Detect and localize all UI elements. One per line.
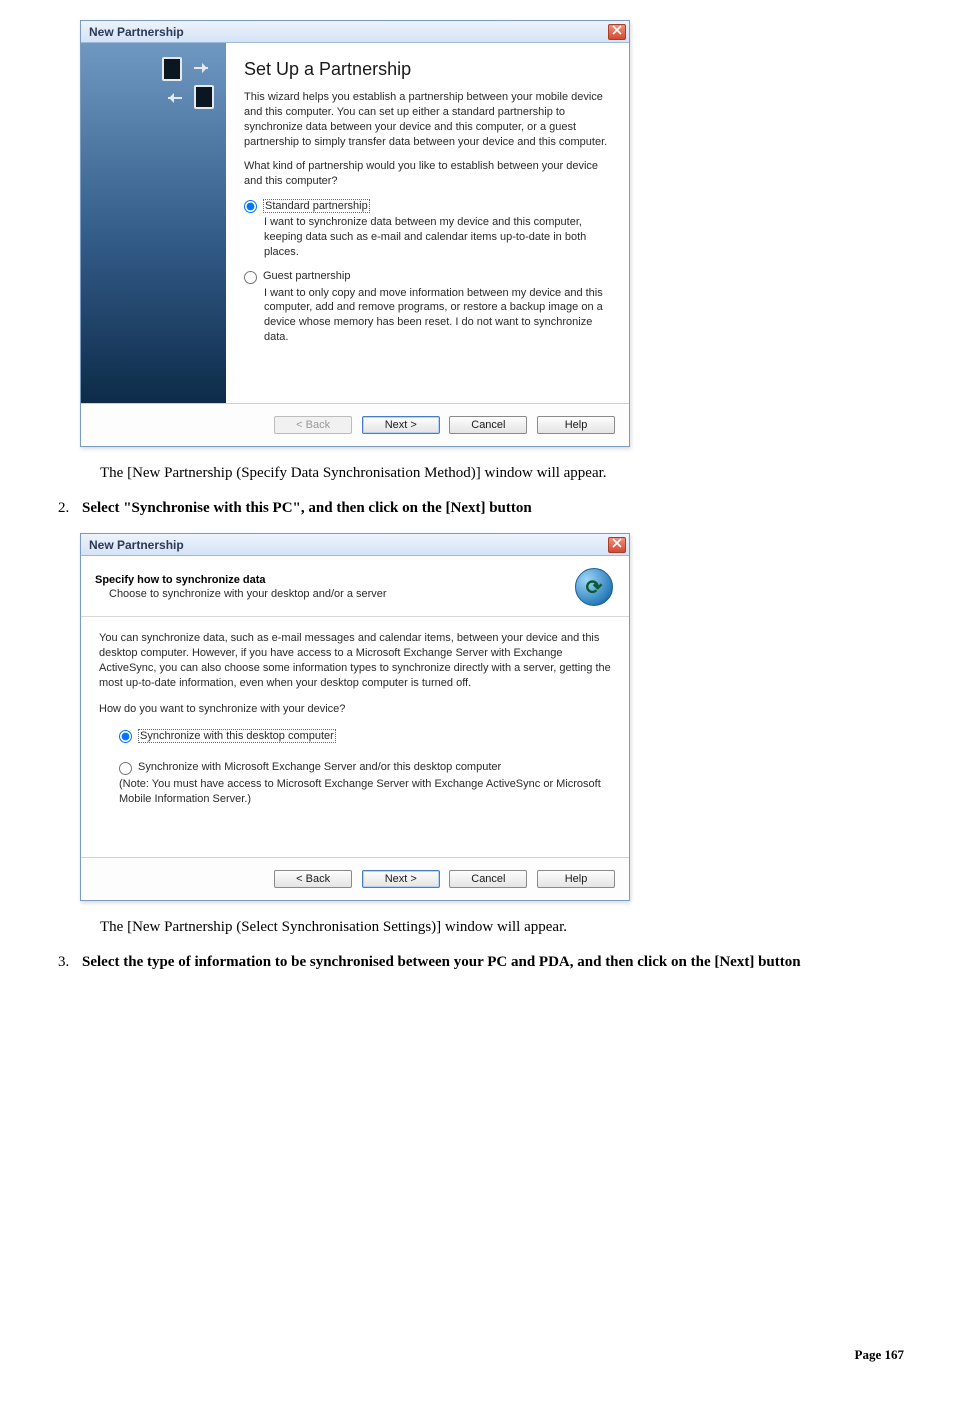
step-text: Select "Synchronise with this PC", and t… xyxy=(82,500,532,516)
page-footer: Page 167 xyxy=(40,987,914,1383)
page-number: Page 167 xyxy=(855,1347,904,1362)
help-button[interactable]: Help xyxy=(537,870,615,888)
close-icon[interactable] xyxy=(608,24,626,40)
option-standard-partnership[interactable]: Standard partnership xyxy=(244,199,611,213)
step-number: 3. xyxy=(58,954,82,971)
sync-devices-icon xyxy=(162,57,214,109)
back-button: < Back xyxy=(274,416,352,434)
wizard-content: Set Up a Partnership This wizard helps y… xyxy=(226,43,629,403)
radio-sync-exchange[interactable] xyxy=(119,762,132,775)
step-2: 2. Select "Synchronise with this PC", an… xyxy=(58,500,914,517)
option-sync-desktop[interactable]: Synchronize with this desktop computer xyxy=(119,729,611,743)
wizard-header: Specify how to synchronize data Choose t… xyxy=(81,556,629,617)
option-label: Guest partnership xyxy=(263,270,350,282)
window-title: New Partnership xyxy=(89,25,184,39)
window-title: New Partnership xyxy=(89,538,184,552)
button-bar: < Back Next > Cancel Help xyxy=(81,403,629,446)
option-guest-partnership[interactable]: Guest partnership xyxy=(244,270,611,284)
option-label: Synchronize with this desktop computer xyxy=(138,729,336,743)
wizard-heading: Set Up a Partnership xyxy=(244,59,611,80)
cancel-button[interactable]: Cancel xyxy=(449,416,527,434)
wizard-intro-text: This wizard helps you establish a partne… xyxy=(244,90,611,149)
step-text: Select the type of information to be syn… xyxy=(82,954,801,970)
wizard-sidebar xyxy=(81,43,226,403)
option-guest-desc: I want to only copy and move information… xyxy=(264,286,611,345)
close-icon[interactable] xyxy=(608,537,626,553)
titlebar[interactable]: New Partnership xyxy=(81,534,629,556)
option-label: Synchronize with Microsoft Exchange Serv… xyxy=(138,761,501,773)
radio-sync-desktop[interactable] xyxy=(119,730,132,743)
header-title: Specify how to synchronize data xyxy=(95,574,563,586)
step-3: 3. Select the type of information to be … xyxy=(58,954,914,971)
help-button[interactable]: Help xyxy=(537,416,615,434)
wizard-question: What kind of partnership would you like … xyxy=(244,159,611,189)
sync-description: You can synchronize data, such as e-mail… xyxy=(99,631,611,690)
sync-question: How do you want to synchronize with your… xyxy=(99,702,611,717)
instruction-text: The [New Partnership (Select Synchronisa… xyxy=(100,919,914,936)
instruction-text: The [New Partnership (Specify Data Synch… xyxy=(100,465,914,482)
titlebar[interactable]: New Partnership xyxy=(81,21,629,43)
option-standard-desc: I want to synchronize data between my de… xyxy=(264,215,611,260)
back-button[interactable]: < Back xyxy=(274,870,352,888)
option-exchange-note: (Note: You must have access to Microsoft… xyxy=(119,777,611,807)
radio-standard[interactable] xyxy=(244,200,257,213)
option-label: Standard partnership xyxy=(263,199,370,213)
step-number: 2. xyxy=(58,500,82,517)
cancel-button[interactable]: Cancel xyxy=(449,870,527,888)
option-sync-exchange[interactable]: Synchronize with Microsoft Exchange Serv… xyxy=(119,761,611,775)
header-subtitle: Choose to synchronize with your desktop … xyxy=(95,588,563,600)
next-button[interactable]: Next > xyxy=(362,416,440,434)
button-bar: < Back Next > Cancel Help xyxy=(81,857,629,900)
wizard-content: You can synchronize data, such as e-mail… xyxy=(81,617,629,857)
radio-guest[interactable] xyxy=(244,271,257,284)
sync-globe-icon: ⟳ xyxy=(573,566,615,608)
next-button[interactable]: Next > xyxy=(362,870,440,888)
dialog-setup-partnership: New Partnership Set Up a Partnership Thi… xyxy=(80,20,630,447)
dialog-specify-sync: New Partnership Specify how to synchroni… xyxy=(80,533,630,901)
